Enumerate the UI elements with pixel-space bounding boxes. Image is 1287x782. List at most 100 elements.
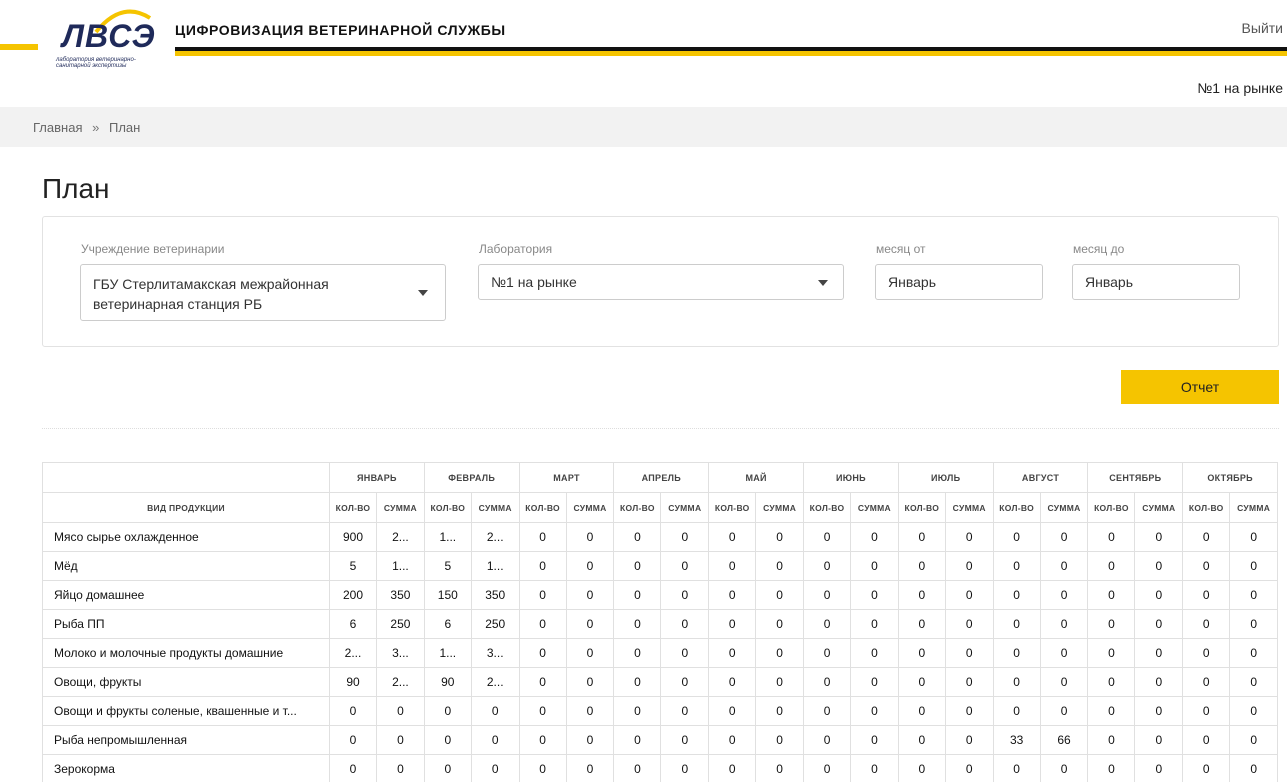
sum-cell: 0 [1229,580,1279,610]
sum-cell: 0 [376,725,425,755]
sum-cell: 0 [850,580,899,610]
breadcrumb-current: План [108,120,141,135]
qty-cell: 0 [1182,609,1231,639]
sum-cell: 0 [755,725,805,755]
sum-cell: 0 [944,638,994,668]
breadcrumb-separator: » [92,120,100,135]
sum-cell: 3... [376,638,425,668]
qty-cell: 6 [329,609,377,639]
sum-cell: 0 [850,638,899,668]
month-to-value: Январь [1085,274,1133,290]
sum-cell: 0 [850,522,899,552]
qty-cell: 0 [1182,754,1231,782]
qty-cell: 0 [613,754,662,782]
qty-cell: 0 [992,638,1041,668]
qty-cell: 0 [1087,696,1136,726]
qty-column-header: КОЛ-ВО [803,492,852,523]
sum-cell: 0 [660,522,710,552]
qty-cell: 0 [897,667,946,697]
sum-cell: 0 [565,754,615,782]
sum-cell: 2... [470,667,520,697]
sum-cell: 0 [850,754,899,782]
report-button[interactable]: Отчет [1121,370,1279,404]
accent-stripe [0,44,38,50]
month-header: СЕНТЯБРЬ [1087,462,1184,493]
month-header: ФЕВРАЛЬ [423,462,520,493]
qty-cell: 0 [708,725,757,755]
divider [42,428,1279,429]
qty-cell: 0 [518,696,567,726]
institution-value: ГБУ Стерлитамакская межрайонная ветерина… [93,276,329,312]
sum-cell: 0 [1039,638,1089,668]
sum-cell: 0 [1134,551,1184,581]
sum-column-header: СУММА [1229,492,1279,523]
sum-column-header: СУММА [755,492,805,523]
product-name-cell: Мясо сырье охлажденное [42,522,330,552]
logout-link[interactable]: Выйти [1242,20,1283,36]
sum-column-header: СУММА [565,492,615,523]
qty-cell: 0 [1087,725,1136,755]
institution-label: Учреждение ветеринарии [81,242,225,256]
month-from-label: месяц от [876,242,926,256]
qty-column-header: КОЛ-ВО [423,492,472,523]
qty-cell: 900 [329,522,377,552]
sum-cell: 3... [470,638,520,668]
sum-cell: 0 [565,638,615,668]
logo[interactable]: ЛВСЭ лаборатория ветеринарно-санитарной … [52,6,162,69]
current-lab-name: №1 на рынке [1197,80,1283,96]
sum-cell: 0 [470,696,520,726]
qty-column-header: КОЛ-ВО [992,492,1041,523]
sum-cell: 0 [660,754,710,782]
app-title: ЦИФРОВИЗАЦИЯ ВЕТЕРИНАРНОЙ СЛУЖБЫ [175,22,506,38]
sum-cell: 0 [1134,638,1184,668]
qty-column-header: КОЛ-ВО [1182,492,1231,523]
sum-cell: 0 [1039,696,1089,726]
laboratory-value: №1 на рынке [491,274,577,290]
month-header: МАЙ [708,462,805,493]
table-row: Овощи и фрукты соленые, квашенные и т...… [42,696,1279,726]
qty-cell: 33 [992,725,1041,755]
qty-cell: 0 [1087,580,1136,610]
qty-cell: 0 [708,638,757,668]
qty-cell: 0 [708,522,757,552]
sum-cell: 0 [1229,551,1279,581]
month-to-input[interactable]: Январь [1072,264,1240,300]
qty-cell: 0 [1087,522,1136,552]
qty-cell: 0 [518,580,567,610]
qty-cell: 0 [992,522,1041,552]
sum-cell: 0 [755,638,805,668]
qty-column-header: КОЛ-ВО [897,492,946,523]
breadcrumb-home-link[interactable]: Главная [33,120,82,135]
sum-cell: 0 [565,609,615,639]
sum-cell: 0 [1134,522,1184,552]
qty-cell: 0 [1182,725,1231,755]
qty-cell: 90 [329,667,377,697]
qty-cell: 0 [992,609,1041,639]
table-row: Рыба непромышленная 0 0 0 0 0 0 0 0 0 0 0 0 0 0 33 66 0 0 0… [42,725,1279,755]
table-row: Яйцо домашнее 200 350 150 350 0 0 0 0 0 0 0 0 0 0 0 0 0 0 0… [42,580,1279,610]
qty-cell: 0 [803,667,852,697]
title-divider-accent [175,51,1287,56]
sum-column-header: СУММА [660,492,710,523]
sum-cell: 0 [850,667,899,697]
laboratory-select[interactable]: №1 на рынке [478,264,844,300]
sum-cell: 0 [565,522,615,552]
table-row: Молоко и молочные продукты домашние 2... 3… [42,638,1279,668]
subheader-row: ВИД ПРОДУКЦИИ КОЛ-ВО СУММА КОЛ-ВО СУММА КОЛ-… [42,492,1279,523]
qty-cell: 0 [613,522,662,552]
qty-cell: 2... [329,638,377,668]
sum-cell: 0 [1039,580,1089,610]
institution-select[interactable]: ГБУ Стерлитамакская межрайонная ветерина… [80,264,446,321]
table-row: Мясо сырье охлажденное 900 2... 1... 2... 0 0 0… [42,522,1279,552]
sum-cell: 0 [944,551,994,581]
sum-cell: 0 [376,696,425,726]
qty-cell: 0 [518,667,567,697]
qty-cell: 0 [897,580,946,610]
page-title: План [42,173,110,204]
month-header: АВГУСТ [992,462,1089,493]
sum-cell: 0 [944,667,994,697]
month-from-input[interactable]: Январь [875,264,1043,300]
sum-cell: 0 [660,580,710,610]
plan-table-container[interactable]: ЯНВАРЬ ФЕВРАЛЬ МАРТ АПРЕЛЬ МАЙ ИЮНЬ ИЮЛЬ АВГУСТ… [42,462,1287,782]
sum-cell: 0 [660,725,710,755]
